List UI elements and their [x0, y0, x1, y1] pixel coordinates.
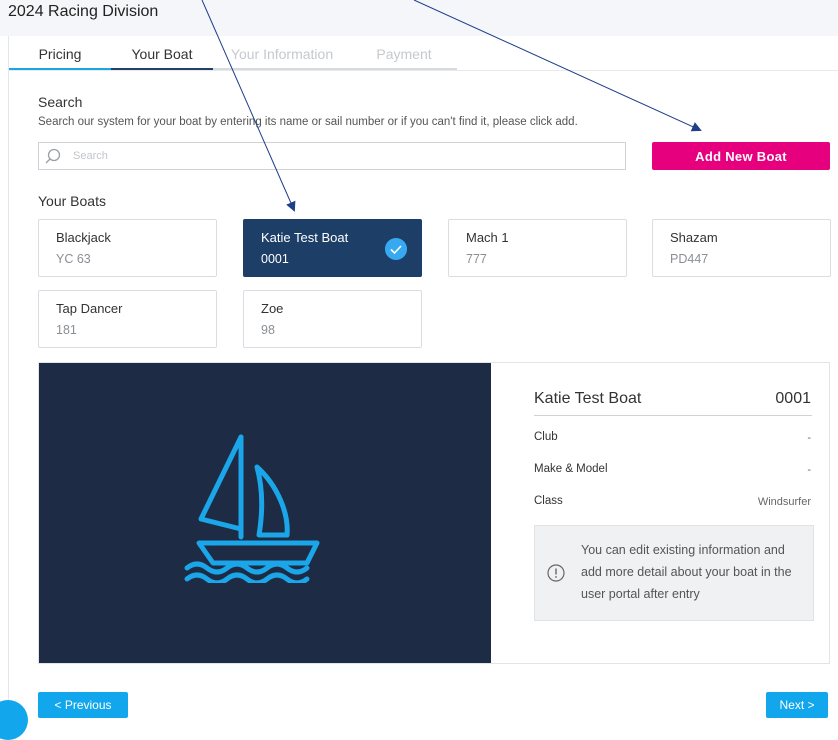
boat-name: Shazam	[670, 230, 718, 245]
tab-pricing[interactable]: Pricing	[9, 42, 111, 71]
boat-number: YC 63	[56, 252, 91, 266]
boat-number: 777	[466, 252, 487, 266]
add-new-boat-button[interactable]: Add New Boat	[652, 142, 830, 170]
search-icon	[45, 148, 61, 164]
boat-card-katie-test-boat[interactable]: Katie Test Boat 0001	[243, 219, 422, 277]
tab-your-information[interactable]: Your Information	[213, 42, 351, 71]
previous-button[interactable]: < Previous	[38, 692, 128, 718]
boat-detail-panel: Katie Test Boat 0001 Club - Make & Model…	[38, 362, 830, 664]
detail-label-make-model: Make & Model	[534, 463, 608, 475]
boat-number: 98	[261, 323, 275, 337]
boat-image	[39, 363, 491, 663]
boat-name: Mach 1	[466, 230, 509, 245]
detail-boat-number: 0001	[775, 390, 811, 407]
next-button[interactable]: Next >	[766, 692, 828, 718]
notice-text: You can edit existing information and ad…	[581, 543, 792, 601]
detail-divider	[534, 415, 812, 416]
boat-card-tap-dancer[interactable]: Tap Dancer 181	[38, 290, 217, 348]
boat-number: 0001	[261, 252, 289, 266]
boat-name: Zoe	[261, 301, 284, 316]
search-box[interactable]	[38, 142, 626, 170]
detail-label-class: Class	[534, 495, 563, 507]
boat-name: Tap Dancer	[56, 301, 123, 316]
boat-card-mach-1[interactable]: Mach 1 777	[448, 219, 627, 277]
page-title: 2024 Racing Division	[8, 3, 159, 20]
boat-number: 181	[56, 323, 77, 337]
detail-value-club: -	[807, 432, 811, 444]
boat-name: Blackjack	[56, 230, 111, 245]
your-boats-heading: Your Boats	[38, 193, 106, 209]
boat-card-shazam[interactable]: Shazam PD447	[652, 219, 831, 277]
boat-name: Katie Test Boat	[261, 230, 349, 245]
detail-label-club: Club	[534, 431, 558, 443]
sailboat-icon	[184, 434, 320, 583]
step-tabs: Pricing Your Boat Your Information Payme…	[9, 42, 457, 71]
search-heading: Search	[38, 94, 83, 110]
tabs-divider	[9, 70, 838, 71]
detail-value-class: Windsurfer	[757, 496, 811, 508]
info-icon	[547, 564, 565, 582]
edit-info-notice: You can edit existing information and ad…	[534, 525, 814, 621]
search-input[interactable]	[73, 147, 613, 165]
detail-value-make-model: -	[807, 464, 811, 476]
tab-your-boat[interactable]: Your Boat	[111, 42, 213, 71]
detail-boat-name: Katie Test Boat	[534, 390, 642, 407]
boat-card-zoe[interactable]: Zoe 98	[243, 290, 422, 348]
check-icon	[385, 238, 407, 260]
boat-number: PD447	[670, 252, 709, 266]
boat-card-blackjack[interactable]: Blackjack YC 63	[38, 219, 217, 277]
search-help-text: Search our system for your boat by enter…	[38, 116, 578, 128]
tab-payment[interactable]: Payment	[351, 42, 457, 71]
